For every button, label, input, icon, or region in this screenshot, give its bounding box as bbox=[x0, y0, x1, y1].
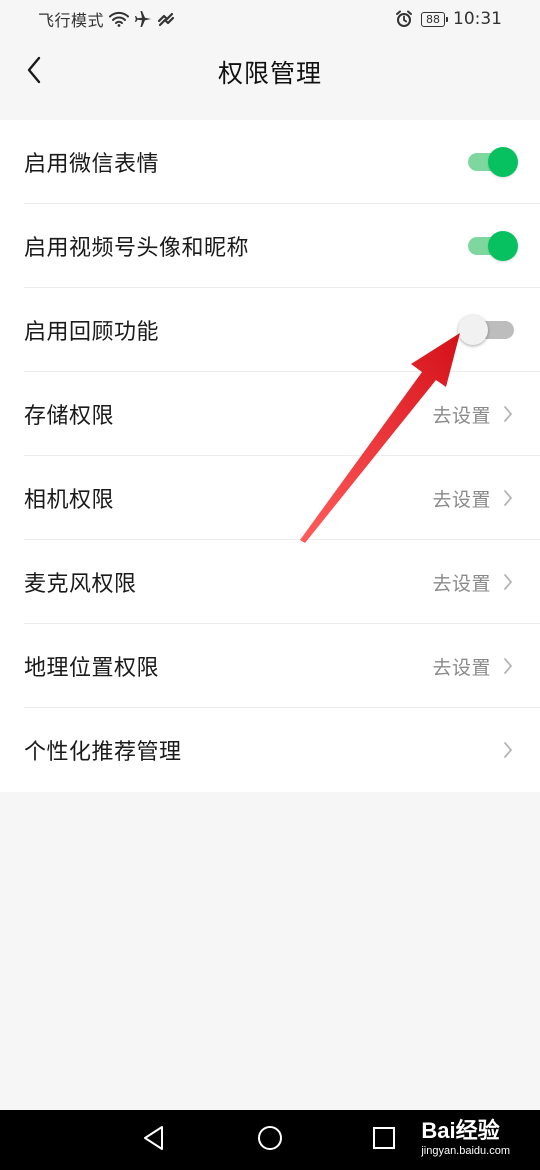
triangle-back-icon bbox=[142, 1125, 166, 1155]
go-settings-link[interactable]: 去设置 bbox=[432, 569, 491, 596]
toggle-thumb bbox=[458, 315, 488, 345]
alarm-icon bbox=[395, 9, 413, 29]
system-nav-bar: Bai经验 jingyan.baidu.com bbox=[0, 1110, 540, 1170]
chevron-right-icon bbox=[503, 657, 513, 675]
header: 权限管理 bbox=[0, 40, 540, 120]
setting-label: 个性化推荐管理 bbox=[24, 740, 182, 765]
chevron-right-icon bbox=[503, 741, 513, 759]
settings-list: 启用微信表情 启用视频号头像和昵称 启用回顾功能 存储权限 去设置 相机权限 去… bbox=[0, 120, 540, 792]
baidu-jingyan-watermark: Bai经验 jingyan.baidu.com bbox=[421, 1118, 510, 1158]
setting-row-channels-avatar: 启用视频号头像和昵称 bbox=[0, 204, 540, 288]
airplane-mode-text: 飞行模式 bbox=[38, 11, 105, 30]
toggle-thumb bbox=[488, 231, 518, 261]
setting-label: 启用回顾功能 bbox=[24, 320, 160, 345]
setting-label: 麦克风权限 bbox=[24, 572, 137, 597]
setting-label: 存储权限 bbox=[24, 404, 115, 429]
setting-row-location-permission[interactable]: 地理位置权限 去设置 bbox=[0, 624, 540, 708]
circle-home-icon bbox=[257, 1125, 283, 1155]
setting-row-review-feature: 启用回顾功能 bbox=[0, 288, 540, 372]
square-recent-icon bbox=[372, 1126, 396, 1154]
status-bar: 飞行模式 88 10:31 bbox=[0, 0, 540, 40]
setting-row-microphone-permission[interactable]: 麦克风权限 去设置 bbox=[0, 540, 540, 624]
review-feature-toggle[interactable] bbox=[458, 315, 516, 345]
watermark-url: jingyan.baidu.com bbox=[421, 1145, 510, 1157]
nav-home-button[interactable] bbox=[254, 1124, 286, 1156]
setting-row-wechat-stickers: 启用微信表情 bbox=[0, 120, 540, 204]
setting-row-personalized-recommendation[interactable]: 个性化推荐管理 bbox=[0, 708, 540, 792]
battery-icon: 88 bbox=[421, 11, 448, 27]
setting-row-storage-permission[interactable]: 存储权限 去设置 bbox=[0, 372, 540, 456]
wifi-icon bbox=[109, 9, 130, 29]
go-settings-link[interactable]: 去设置 bbox=[432, 401, 491, 428]
channels-avatar-toggle[interactable] bbox=[468, 231, 518, 261]
status-left: 飞行模式 bbox=[38, 6, 175, 32]
setting-label: 启用视频号头像和昵称 bbox=[24, 236, 250, 261]
nav-back-button[interactable] bbox=[138, 1124, 170, 1156]
toggle-thumb bbox=[488, 147, 518, 177]
setting-label: 启用微信表情 bbox=[24, 152, 160, 177]
watermark-logo: Bai经验 bbox=[421, 1118, 500, 1143]
nav-recent-button[interactable] bbox=[368, 1124, 400, 1156]
wechat-stickers-toggle[interactable] bbox=[468, 147, 518, 177]
setting-label: 相机权限 bbox=[24, 488, 115, 513]
status-time: 10:31 bbox=[453, 9, 502, 29]
chevron-right-icon bbox=[503, 573, 513, 591]
setting-row-camera-permission[interactable]: 相机权限 去设置 bbox=[0, 456, 540, 540]
signal-off-icon bbox=[157, 9, 175, 29]
status-right: 88 10:31 bbox=[395, 6, 502, 32]
page-title: 权限管理 bbox=[217, 59, 322, 88]
chevron-right-icon bbox=[503, 489, 513, 507]
setting-label: 地理位置权限 bbox=[24, 656, 160, 681]
chevron-right-icon bbox=[503, 405, 513, 423]
go-settings-link[interactable]: 去设置 bbox=[432, 653, 491, 680]
airplane-icon bbox=[134, 9, 152, 29]
go-settings-link[interactable]: 去设置 bbox=[432, 485, 491, 512]
